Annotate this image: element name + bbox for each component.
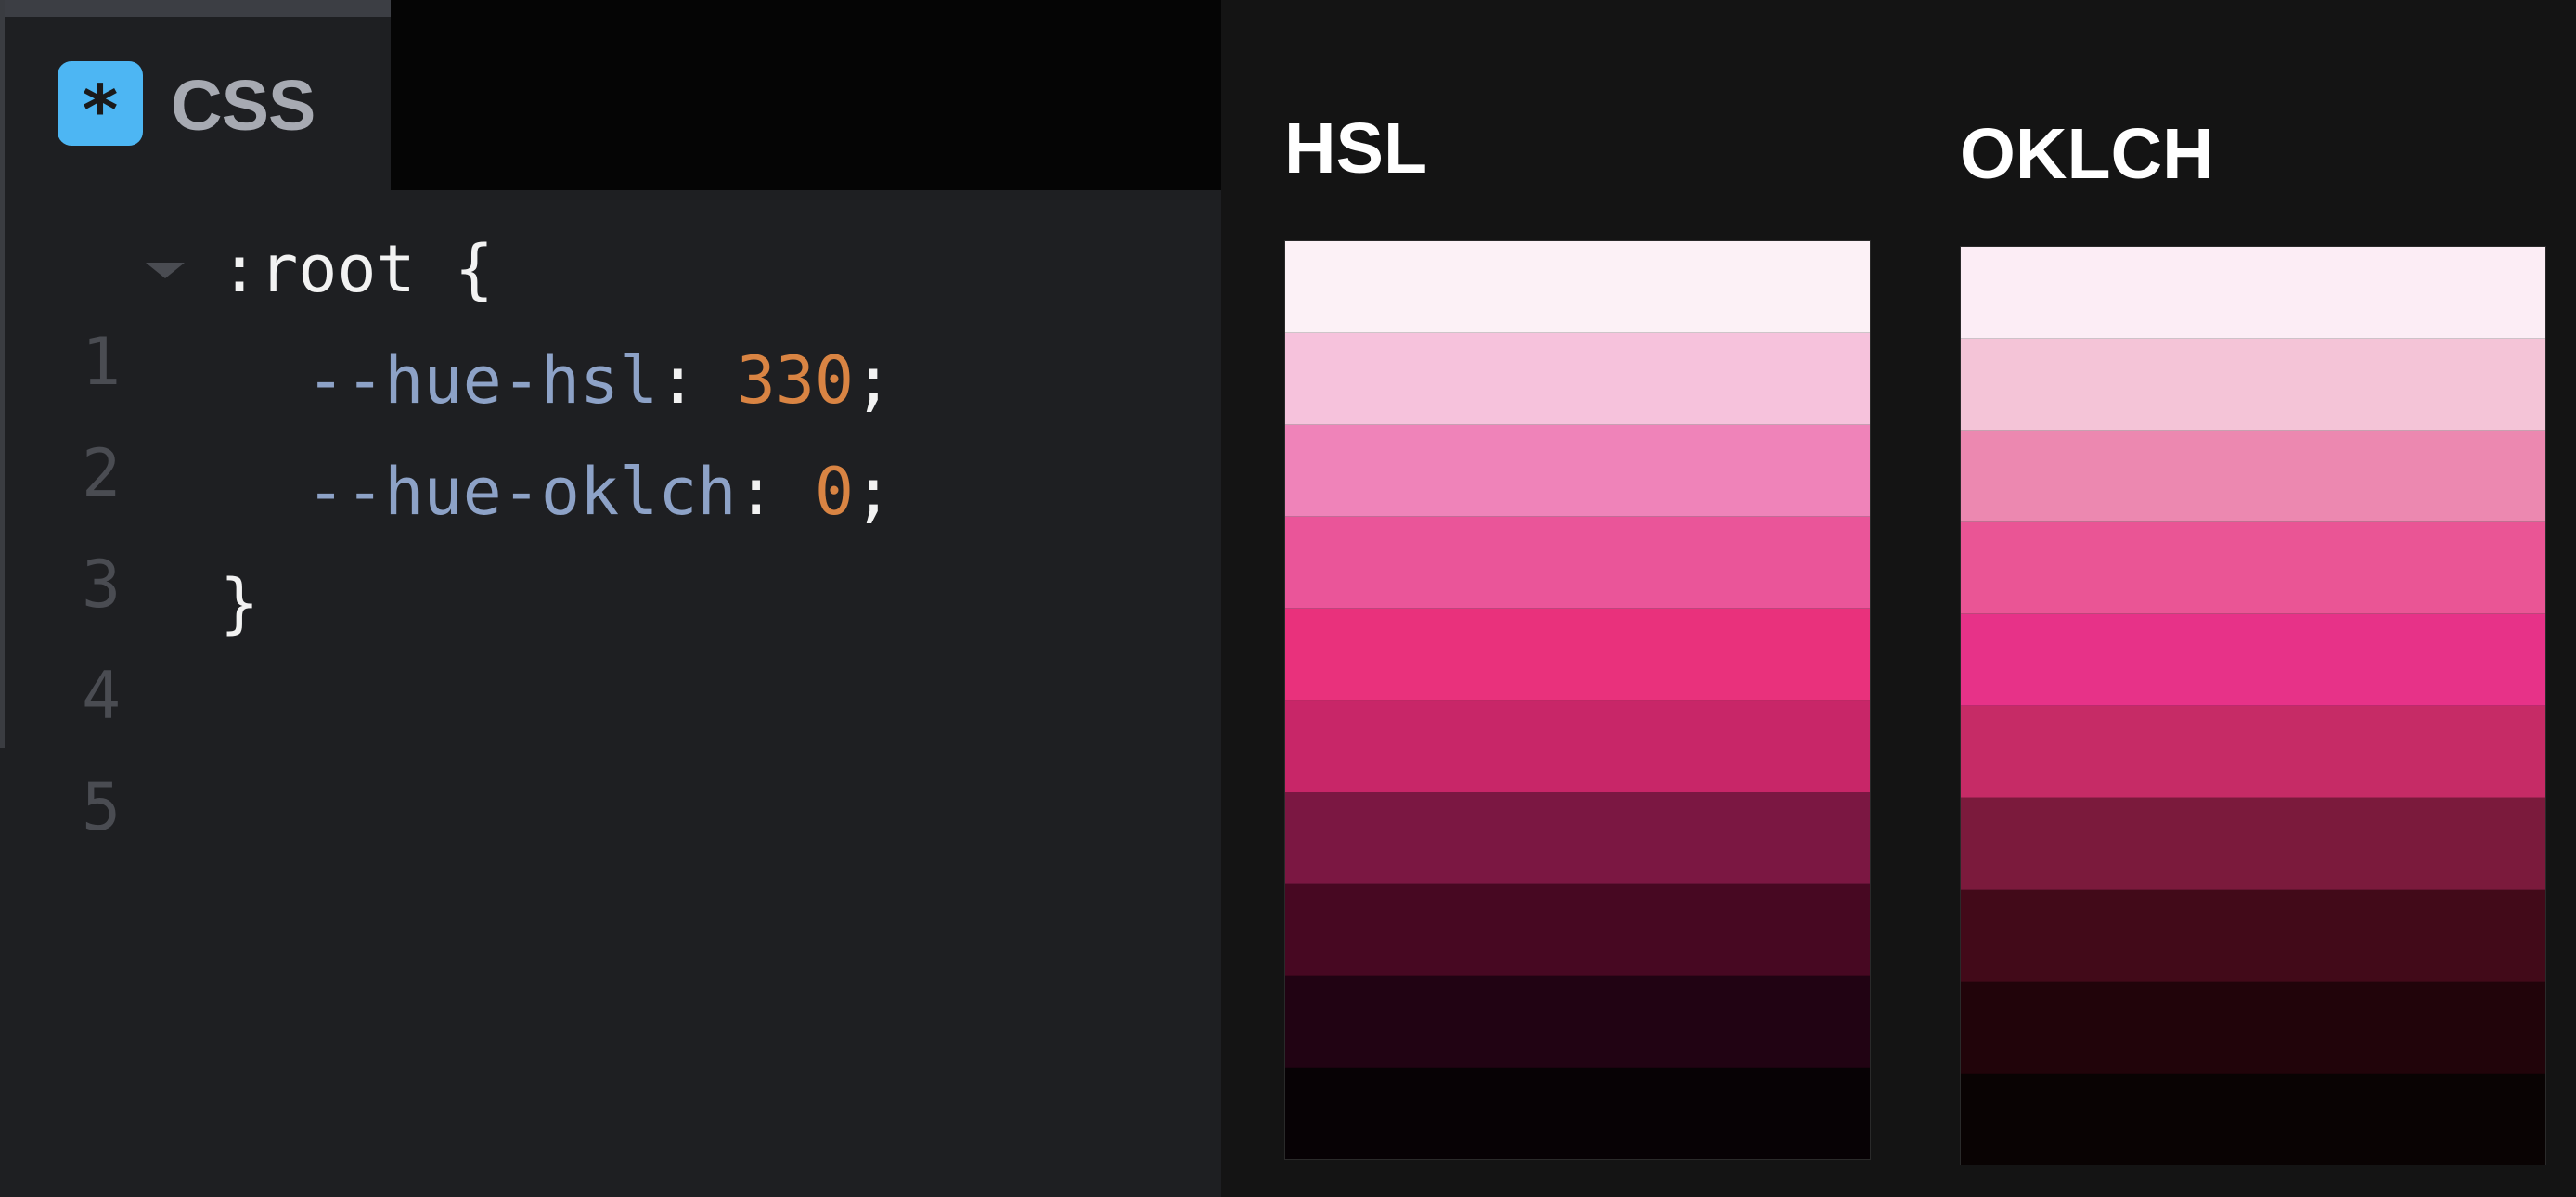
oklch-column-title: OKLCH bbox=[1960, 114, 2214, 194]
color-swatch bbox=[1961, 982, 2545, 1074]
colon: : bbox=[736, 454, 815, 530]
color-swatch bbox=[1285, 609, 1870, 701]
colon: : bbox=[658, 342, 737, 418]
css-value: 0 bbox=[814, 454, 855, 530]
code-text: --hue-hsl: 330; bbox=[306, 334, 893, 427]
open-brace: { bbox=[415, 231, 495, 307]
oklch-swatch-stack bbox=[1960, 246, 2546, 1165]
color-swatch bbox=[1285, 792, 1870, 884]
tab-label: CSS bbox=[171, 66, 316, 146]
line-number: 5 bbox=[82, 769, 122, 845]
tab-css[interactable]: * CSS bbox=[0, 0, 391, 190]
color-swatch bbox=[1961, 431, 2545, 522]
code-text: --hue-oklch: 0; bbox=[306, 445, 893, 538]
color-swatch bbox=[1961, 339, 2545, 431]
color-swatch bbox=[1961, 614, 2545, 706]
color-swatch bbox=[1285, 976, 1870, 1068]
code-text: :root { bbox=[220, 223, 494, 315]
color-swatch bbox=[1961, 706, 2545, 798]
fold-arrow-icon[interactable] bbox=[146, 263, 185, 278]
hsl-column-title: HSL bbox=[1284, 109, 1427, 188]
color-swatch bbox=[1961, 1074, 2545, 1165]
color-swatch bbox=[1285, 517, 1870, 609]
color-swatch bbox=[1961, 247, 2545, 339]
color-swatch bbox=[1285, 884, 1870, 976]
css-property: --hue-oklch bbox=[306, 454, 737, 530]
color-swatch bbox=[1285, 1068, 1870, 1159]
code-line[interactable]: 5 bbox=[0, 668, 1221, 845]
semicolon: ; bbox=[854, 454, 894, 530]
code-editor: * CSS 1 :root { 2 --hue-hsl: 330; 3 --hu… bbox=[0, 0, 1221, 1197]
code-line[interactable]: 2 --hue-hsl: 330; bbox=[0, 334, 1221, 511]
code-line[interactable]: 3 --hue-oklch: 0; bbox=[0, 445, 1221, 623]
color-swatch bbox=[1961, 798, 2545, 890]
css-value: 330 bbox=[736, 342, 855, 418]
preview-pane: HSL OKLCH bbox=[1221, 0, 2576, 1197]
tab-top-border bbox=[0, 0, 391, 17]
color-swatch bbox=[1961, 522, 2545, 614]
code-line[interactable]: 4 } bbox=[0, 557, 1221, 734]
color-swatch bbox=[1285, 425, 1870, 517]
css-property: --hue-hsl bbox=[306, 342, 659, 418]
code-line[interactable]: 1 :root { bbox=[0, 223, 1221, 400]
color-swatch bbox=[1285, 241, 1870, 333]
color-swatch bbox=[1285, 701, 1870, 792]
color-swatch bbox=[1961, 890, 2545, 982]
close-brace: } bbox=[220, 565, 260, 641]
semicolon: ; bbox=[854, 342, 894, 418]
css-selector: :root bbox=[220, 231, 416, 307]
code-text: } bbox=[220, 557, 259, 650]
asterisk-icon: * bbox=[58, 61, 143, 150]
hsl-swatch-stack bbox=[1284, 240, 1871, 1160]
color-swatch bbox=[1285, 333, 1870, 425]
